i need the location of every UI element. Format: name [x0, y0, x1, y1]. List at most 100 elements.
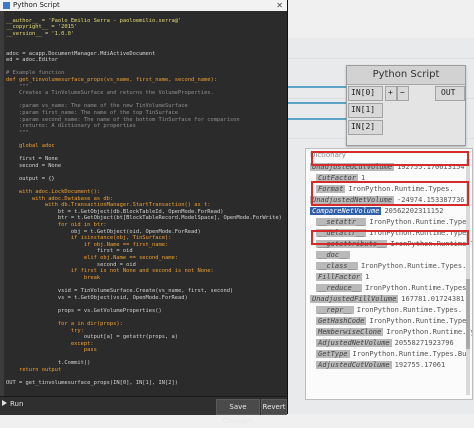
watch-row[interactable]: MemberwiseCloneIronPython.Runtime.Types.: [306, 326, 472, 337]
watch-key: __setattr__: [316, 217, 367, 226]
code-line: vs = t.GetObject(vsid, OpenMode.ForRead): [6, 294, 188, 301]
code-line: try:: [6, 327, 84, 334]
watch-row[interactable]: GetHashCode IronPython.Runtime.Types.: [306, 315, 472, 326]
watch-value: IronPython.Runtime.Types.: [369, 316, 473, 325]
code-line: if first is not None and second is not N…: [6, 268, 214, 275]
code-line: except:: [6, 340, 94, 347]
python-script-node[interactable]: Python Script IN[0] IN[1] IN[2] + − OUT: [346, 65, 466, 146]
watch-row[interactable]: __reduce__ IronPython.Runtime.Types.: [306, 282, 472, 293]
code-line: vsid = TinVolumeSurface.Create(vs_name, …: [6, 287, 234, 294]
save-changes-button[interactable]: Save Changes: [216, 399, 260, 425]
code-line: second = oid: [6, 261, 136, 268]
input-port-label: IN[0]: [351, 88, 376, 97]
close-icon[interactable]: ✕: [276, 0, 283, 11]
code-line: :param vs_name: The name of the new TinV…: [6, 103, 188, 110]
revert-button[interactable]: Revert: [261, 399, 287, 415]
watch-key: FillFactor: [316, 272, 363, 281]
code-line: :returns: A dictionary of properties: [6, 123, 136, 130]
code-line: for oid in btr:: [6, 222, 107, 228]
watch-row[interactable]: AdjustedCutVolume 192755.17061: [306, 359, 472, 370]
watch-value: IronPython.Runtime.Types.: [360, 261, 467, 270]
watch-value: IronPython.Runtime.Types.: [356, 305, 463, 314]
input-port-label: IN[1]: [351, 105, 376, 114]
code-line: :param second_name: The name of the bott…: [6, 116, 240, 123]
watch-value: 20558271923796: [394, 338, 454, 347]
watch-value: IronPython.Runtime.Types.: [386, 327, 472, 336]
code-line: # Example function: [6, 70, 65, 77]
watch-key: __repr__: [316, 305, 354, 314]
window-title: Python Script: [13, 1, 60, 9]
code-line: :param first_name: The name of the top T…: [6, 109, 179, 116]
code-line: if isinstance(obj, TinSurface):: [6, 235, 172, 242]
watch-value: IronPython.Runtime.Types.: [369, 217, 473, 226]
watch-row[interactable]: __setattr__ IronPython.Runtime.Types.: [306, 216, 472, 227]
watch-key: MemberwiseClone: [316, 327, 384, 336]
python-editor-window[interactable]: Python Script ✕ __author__ = 'Paolo Emil…: [0, 0, 288, 425]
watch-value: 1: [365, 272, 370, 281]
input-wire[interactable]: [287, 86, 347, 88]
code-line: OUT = get_tinvolumesurface_props(IN[0], …: [6, 380, 179, 387]
code-line: first = oid: [6, 248, 133, 255]
watch-value: IronPython.Runtime.Types.: [365, 283, 471, 292]
watch-row[interactable]: CompareNetVolume 20562202311152: [306, 205, 472, 216]
title-bar: Python Script ✕: [0, 0, 287, 11]
code-line: pass: [6, 347, 97, 354]
watch-value: 167781.01724381: [401, 294, 465, 303]
code-line: ed = adoc.Editor: [6, 57, 58, 64]
code-line: output[a] = getattr(props, a): [6, 334, 179, 341]
watch-row[interactable]: __class__ IronPython.Runtime.Types.: [306, 260, 472, 271]
highlight-net-volume: [311, 181, 469, 206]
code-line: btr = t.GetObject(bt[BlockTableRecord.Mo…: [6, 215, 282, 222]
editor-toolbar: Run Save Changes Revert: [0, 396, 287, 425]
code-line: with db.TransactionManager.StartTransact…: [6, 202, 211, 209]
watch-key: __class__: [316, 261, 358, 270]
watch-row[interactable]: UnadjustedFillVolume 167781.01724381: [306, 293, 472, 304]
watch-key: __reduce__: [316, 283, 363, 292]
watch-row[interactable]: GetType IronPython.Runtime.Types.Bu: [306, 348, 472, 359]
watch-key: UnadjustedFillVolume: [310, 294, 399, 303]
editor-gutter: [0, 11, 4, 396]
code-line: global adoc: [6, 142, 55, 149]
input-wire[interactable]: [287, 102, 347, 104]
watch-key: GetHashCode: [316, 316, 367, 325]
watch-value: IronPython.Runtime.Types.Bu: [352, 349, 467, 358]
scrollbar-thumb[interactable]: [466, 279, 470, 349]
code-line: with adoc.Database as db:: [6, 195, 114, 202]
play-icon: [2, 400, 7, 406]
code-line: second = None: [6, 162, 62, 169]
watch-value: 20562202311152: [384, 206, 444, 215]
watch-row[interactable]: AdjustedNetVolume 20558271923796: [306, 337, 472, 348]
code-line: elif obj.Name == second_name:: [6, 254, 179, 261]
grid-line: [287, 58, 474, 59]
code-line: def get_tinvolumesurface_props(vs_name, …: [6, 76, 217, 83]
watch-key: __doc__: [316, 250, 350, 259]
watch-key: GetType: [316, 349, 350, 358]
watch-key: AdjustedNetVolume: [316, 338, 392, 347]
watch-value: 192755.17061: [394, 360, 446, 369]
watch-row[interactable]: __repr__ IronPython.Runtime.Types.: [306, 304, 472, 315]
watch-row[interactable]: __doc__: [306, 249, 472, 260]
code-line: __copyright__ = '2015': [6, 24, 78, 31]
highlight-fill-volume: [311, 230, 469, 245]
run-button[interactable]: Run: [2, 400, 23, 408]
code-line: for a in dir(props):: [6, 320, 123, 327]
code-line: bt = t.GetObject(db.BlockTableId, OpenMo…: [6, 208, 224, 215]
code-line: if obj.Name == first_name:: [6, 241, 169, 248]
highlight-cut-volume: [311, 151, 469, 166]
watch-row[interactable]: FillFactor 1: [306, 271, 472, 282]
code-editor[interactable]: __author__ = 'Paolo Emilio Serra - paolo…: [6, 11, 283, 396]
input-wire[interactable]: [287, 118, 347, 120]
